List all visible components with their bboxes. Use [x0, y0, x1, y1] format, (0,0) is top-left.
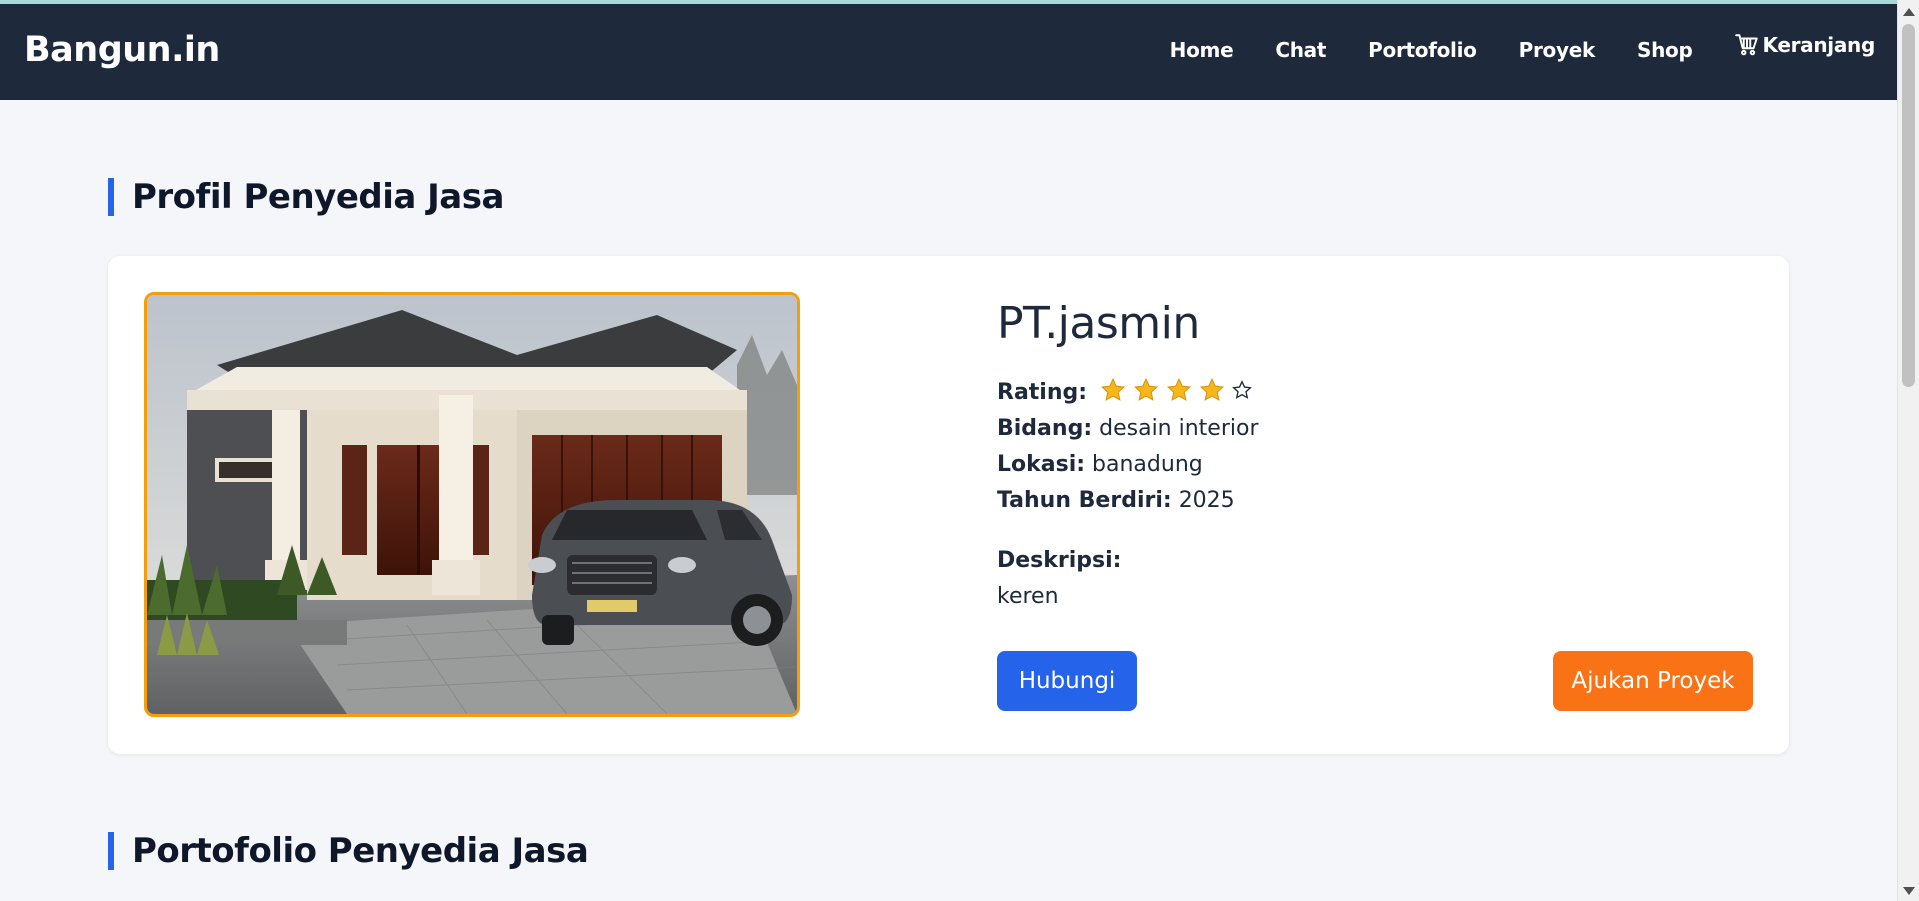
company-name: PT.jasmin [997, 298, 1200, 349]
field-label: Bidang: [997, 416, 1093, 441]
house-photo [147, 295, 797, 714]
nav-link-chat[interactable]: Chat [1275, 38, 1326, 62]
nav-link-portofolio[interactable]: Portofolio [1368, 38, 1477, 62]
provider-profile-card: PT.jasmin Rating: Bidang: desain interio… [108, 256, 1789, 754]
provider-info: PT.jasmin Rating: Bidang: desain interio… [997, 298, 1757, 615]
rating-label: Rating: [997, 380, 1088, 405]
rating-row: Rating: [997, 375, 1757, 411]
profile-section-heading: Profil Penyedia Jasa [108, 178, 504, 216]
brand-logo[interactable]: Bangun.in [24, 30, 220, 70]
description-label: Deskripsi: [997, 548, 1122, 573]
year-row: Tahun Berdiri: 2025 [997, 483, 1757, 519]
nav-link-shop[interactable]: Shop [1637, 38, 1693, 62]
scroll-down-arrow-icon[interactable] [1903, 887, 1915, 895]
description-text: keren [997, 584, 1059, 609]
star-empty-icon [1232, 380, 1252, 399]
scroll-thumb[interactable] [1902, 24, 1915, 387]
star-filled-icon [1133, 377, 1159, 401]
propose-project-button[interactable]: Ajukan Proyek [1553, 651, 1753, 711]
cart-icon [1735, 34, 1759, 56]
nav-link-home[interactable]: Home [1170, 38, 1234, 62]
portfolio-section-heading: Portofolio Penyedia Jasa [108, 832, 589, 870]
nav-links: Home Chat Portofolio Proyek Shop Keranja… [1128, 33, 1876, 62]
location-value: banadung [1092, 452, 1203, 477]
cart-label: Keranjang [1762, 33, 1875, 57]
location-label: Lokasi: [997, 452, 1086, 477]
nav-link-proyek[interactable]: Proyek [1519, 38, 1596, 62]
page-scrollbar[interactable] [1897, 0, 1919, 901]
scroll-up-arrow-icon[interactable] [1903, 8, 1915, 16]
rating-stars [1100, 377, 1259, 403]
provider-photo [144, 292, 800, 717]
field-row: Bidang: desain interior [997, 411, 1757, 447]
location-row: Lokasi: banadung [997, 447, 1757, 483]
navbar: Bangun.in Home Chat Portofolio Proyek Sh… [0, 4, 1897, 100]
star-filled-icon [1166, 377, 1192, 401]
star-filled-icon [1199, 377, 1225, 401]
year-label: Tahun Berdiri: [997, 488, 1172, 513]
nav-link-cart[interactable]: Keranjang [1734, 32, 1875, 58]
star-filled-icon [1100, 377, 1126, 401]
field-value: desain interior [1099, 416, 1259, 441]
year-value: 2025 [1178, 488, 1235, 513]
contact-button[interactable]: Hubungi [997, 651, 1137, 711]
